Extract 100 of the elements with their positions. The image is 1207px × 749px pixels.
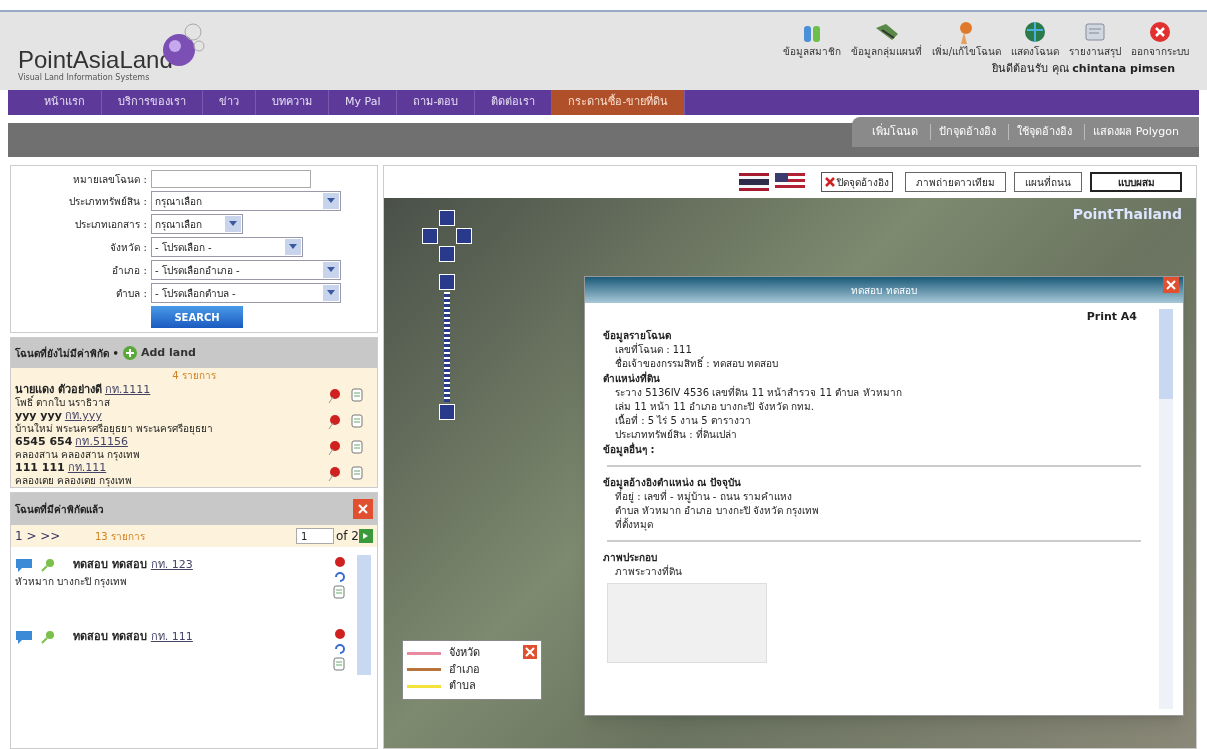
- legend-label: ตำบล: [449, 678, 476, 694]
- owner-name: ทดสอบ ทดสอบ: [73, 629, 147, 645]
- info-text: ที่ตั้งหมุด: [614, 517, 654, 532]
- undo-icon[interactable]: [333, 643, 347, 655]
- location-text: คลองสาน คลองสาน กรุงเทพ: [15, 448, 142, 461]
- document-icon[interactable]: [333, 585, 345, 599]
- pushpin-icon[interactable]: [333, 629, 347, 641]
- scrollbar[interactable]: [357, 555, 371, 675]
- close-icon: [358, 504, 368, 514]
- field-label: ประเภททรัพย์สิน :: [68, 194, 147, 209]
- top-link[interactable]: เพิ่ม/แก้ไขโฉนด: [931, 20, 1001, 59]
- owner-name: ทดสอบ ทดสอบ: [73, 557, 147, 573]
- text-field[interactable]: [151, 170, 311, 188]
- field-label: จังหวัด :: [109, 240, 147, 255]
- nav-tab[interactable]: ถาม-ตอบ: [397, 90, 476, 115]
- nav-tab[interactable]: บทความ: [256, 90, 329, 115]
- close-button[interactable]: [1163, 277, 1179, 293]
- deed-link[interactable]: กท.1111: [104, 383, 151, 396]
- caret-icon: [323, 262, 339, 278]
- close-icon: [1148, 20, 1172, 44]
- nav-tab[interactable]: หน้าแรก: [28, 90, 102, 115]
- deed-link[interactable]: กท.111: [67, 461, 107, 474]
- pushpin-icon[interactable]: [327, 440, 341, 456]
- globe-icon: [1023, 20, 1047, 44]
- map-brand-label: PointThailand: [1072, 205, 1182, 224]
- logo-text: PointAsiaLand: [18, 48, 173, 72]
- magnifier-icon[interactable]: [41, 630, 55, 645]
- dropdown[interactable]: กรุณาเลือก: [151, 191, 341, 211]
- dropdown[interactable]: กรุณาเลือก: [151, 214, 243, 234]
- pushpin-icon[interactable]: [327, 414, 341, 430]
- close-icon: [825, 177, 835, 187]
- speech-bubble-icon[interactable]: [15, 558, 33, 573]
- document-icon[interactable]: [351, 440, 363, 454]
- go-icon[interactable]: [359, 529, 373, 543]
- magnifier-icon[interactable]: [41, 558, 55, 573]
- section-heading: ข้อมูลอื่นๆ :: [603, 441, 656, 457]
- pushpin-icon[interactable]: [327, 466, 341, 482]
- document-icon[interactable]: [351, 414, 363, 428]
- close-button[interactable]: [353, 499, 373, 519]
- info-text: เล่ม 11 หน้า 11 อำเภอ บางกะปิ จังหวัด กทม.: [614, 399, 815, 413]
- speech-bubble-icon[interactable]: [15, 630, 33, 645]
- close-icon: [1166, 280, 1176, 290]
- reference-toggle-button[interactable]: ปิดจุดอ้างอิง: [821, 172, 893, 192]
- legend-label: อำเภอ: [449, 661, 480, 678]
- info-text: เลขที่โฉนด : 111: [615, 342, 693, 356]
- section-heading: ตำแหน่งที่ดิน: [603, 370, 661, 386]
- nav-tab[interactable]: ข่าว: [203, 90, 256, 115]
- info-text: ระวาง 5136IV 4536 เลขที่ดิน 11 หน้าสำรวจ 11 ตำบล หัวหมาก: [614, 385, 903, 400]
- dropdown[interactable]: - โปรดเลือก -: [151, 237, 303, 257]
- location-text: หัวหมาก บางกะปิ กรุงเทพ: [15, 574, 129, 589]
- deed-link[interactable]: กท.51156: [75, 435, 128, 448]
- map-type-button[interactable]: แผนที่ถนน: [1014, 172, 1082, 192]
- location-text: โพธิ์ ตากใบ นราธิวาส: [15, 396, 112, 409]
- document-icon[interactable]: [351, 388, 363, 402]
- info-text: ประเภททรัพย์สิน : ที่ดินเปล่า: [614, 427, 738, 442]
- us-flag-icon[interactable]: [775, 173, 805, 191]
- search-button[interactable]: SEARCH: [151, 306, 243, 328]
- top-link[interactable]: ข้อมูลกลุ่มแผนที่: [850, 20, 922, 59]
- add-land-link[interactable]: Add land: [140, 344, 196, 362]
- deed-link[interactable]: กท. 123: [150, 557, 193, 574]
- item-count: 4 รายการ: [11, 368, 377, 383]
- map-type-button[interactable]: แบบผสม: [1090, 172, 1182, 192]
- section-heading: ภาพประกอบ: [603, 550, 658, 564]
- top-link[interactable]: รายงานสรุป: [1069, 20, 1121, 59]
- field-label: ประเภทเอกสาร :: [74, 217, 147, 232]
- location-text: บ้านใหม่ พระนครศรีอยุธยา พระนครศรีอยุธยา: [15, 422, 215, 435]
- nav-tab[interactable]: My Pal: [329, 90, 398, 115]
- document-icon[interactable]: [351, 466, 363, 480]
- pushpin-icon[interactable]: [327, 388, 341, 404]
- info-text: เนื้อที่ : 5 ไร่ 5 งาน 5 ตารางวา: [614, 413, 752, 427]
- map-type-button[interactable]: ภาพถ่ายดาวเทียม: [905, 172, 1006, 192]
- caret-icon: [323, 285, 339, 301]
- popup-title: ทดสอบ ทดสอบ: [851, 283, 917, 298]
- top-link[interactable]: ออกจากระบบ: [1131, 20, 1189, 59]
- scrollbar[interactable]: [1159, 309, 1173, 709]
- owner-name: 6545 654: [15, 435, 73, 448]
- dropdown[interactable]: - โปรดเลือกตำบล -: [151, 283, 341, 303]
- print-link[interactable]: Print A4: [1086, 309, 1137, 326]
- pushpin-icon[interactable]: [333, 557, 347, 569]
- report-icon: [1083, 20, 1107, 44]
- nav-tab[interactable]: กระดานซื้อ-ขายที่ดิน: [552, 90, 686, 115]
- info-text: ชื่อเจ้าของกรรมสิทธิ์ : ทดสอบ ทดสอบ: [614, 356, 779, 371]
- field-label: หมายเลขโฉนด :: [72, 172, 147, 187]
- top-link[interactable]: แสดงโฉนด: [1011, 20, 1059, 59]
- document-icon[interactable]: [333, 657, 345, 671]
- caret-icon: [285, 239, 301, 255]
- undo-icon[interactable]: [333, 571, 347, 583]
- owner-name: yyy yyy: [15, 409, 62, 422]
- deed-link[interactable]: กท.yyy: [64, 409, 102, 422]
- thai-flag-icon[interactable]: [739, 173, 769, 191]
- zoom-control[interactable]: [422, 210, 472, 420]
- pager-links[interactable]: 1 > >>: [15, 527, 95, 545]
- top-link[interactable]: ข้อมูลสมาชิก: [782, 20, 841, 59]
- page-field[interactable]: 1: [296, 528, 334, 544]
- deed-link[interactable]: กท. 111: [150, 629, 193, 646]
- nav-tab[interactable]: บริการของเรา: [102, 90, 203, 115]
- dropdown[interactable]: - โปรดเลือกอำเภอ -: [151, 260, 341, 280]
- close-icon[interactable]: [523, 645, 537, 659]
- caret-icon: [323, 193, 339, 209]
- item-count: 13 รายการ: [95, 529, 146, 544]
